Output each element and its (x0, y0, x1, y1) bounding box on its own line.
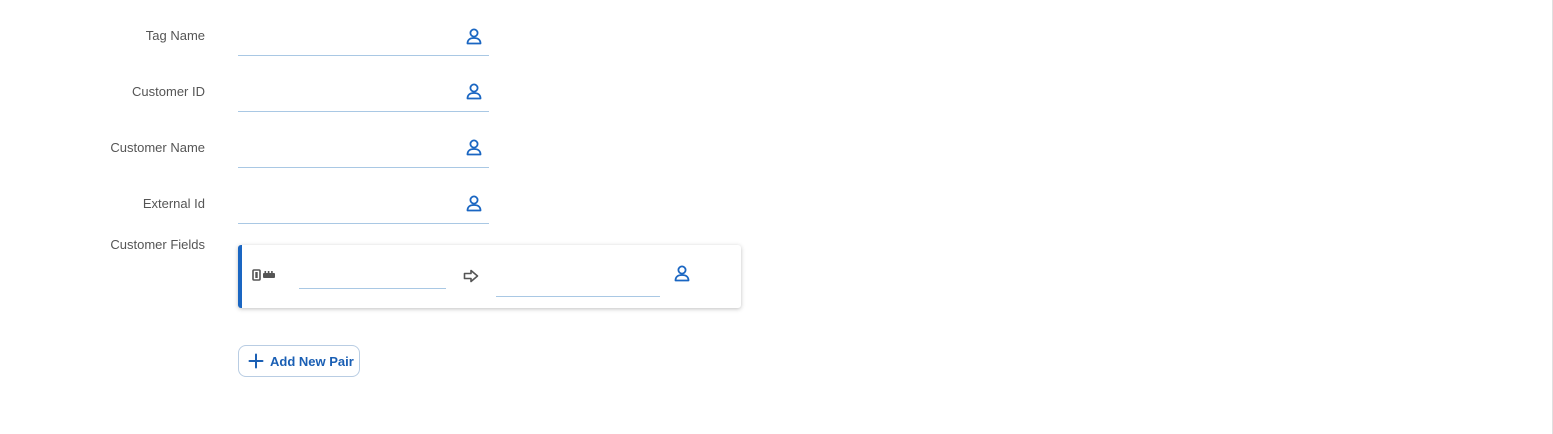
customer-id-field[interactable] (238, 89, 489, 112)
customer-id-label: Customer ID (132, 84, 205, 99)
customer-name-field[interactable] (238, 145, 489, 168)
arrow-right-icon (463, 269, 479, 283)
customer-name-label: Customer Name (110, 140, 205, 155)
customer-name-input[interactable] (238, 145, 453, 165)
external-id-field[interactable] (238, 201, 489, 224)
customer-id-input[interactable] (238, 89, 453, 109)
tag-name-label: Tag Name (145, 28, 205, 43)
external-id-input[interactable] (238, 201, 453, 221)
user-icon[interactable] (466, 139, 482, 156)
user-icon[interactable] (466, 195, 482, 212)
user-icon[interactable] (466, 83, 482, 100)
external-id-label: External Id (142, 196, 205, 211)
customer-fields-label: Customer Fields (110, 237, 205, 252)
plus-icon (248, 353, 264, 369)
pair-key-input[interactable] (299, 270, 446, 289)
key-value-icon (252, 269, 275, 281)
user-icon[interactable] (466, 28, 482, 45)
user-icon[interactable] (674, 265, 690, 282)
tag-name-input[interactable] (238, 33, 453, 53)
pair-value-input[interactable] (496, 278, 660, 297)
tag-name-field[interactable] (238, 33, 489, 56)
add-new-pair-button[interactable]: Add New Pair (238, 345, 360, 377)
add-new-pair-label: Add New Pair (270, 353, 354, 369)
key-value-pair-card (238, 245, 741, 308)
